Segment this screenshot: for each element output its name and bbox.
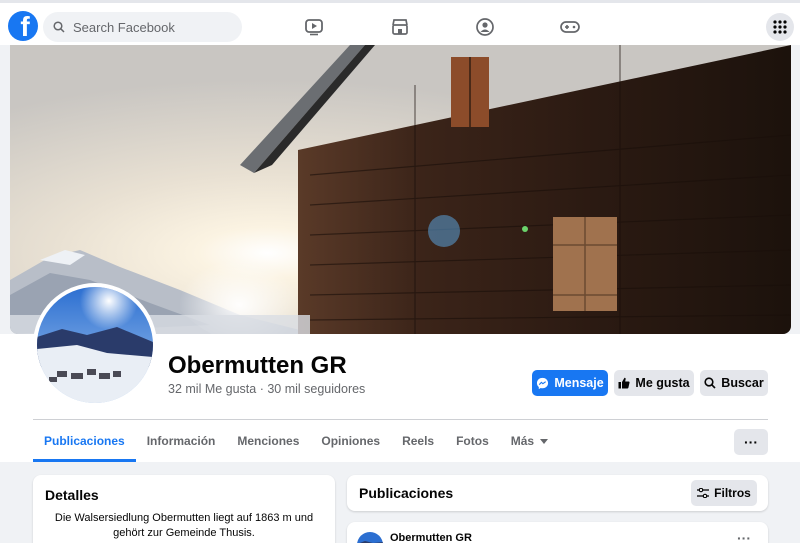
post-more-button[interactable]: ··· — [737, 530, 751, 543]
details-title: Detalles — [45, 487, 99, 503]
groups-icon[interactable] — [473, 15, 497, 39]
caret-down-icon — [540, 438, 549, 444]
publications-title: Publicaciones — [359, 485, 454, 501]
cover-photo[interactable] — [10, 45, 791, 334]
top-navigation-bar: f — [0, 0, 800, 45]
marketplace-icon[interactable] — [388, 15, 412, 39]
post-card: Obermutten GR ··· — [347, 522, 768, 543]
details-text: Die Walsersiedlung Obermutten liegt auf … — [54, 512, 314, 539]
tab-opiniones[interactable]: Opiniones — [310, 420, 391, 462]
tab-informacion[interactable]: Información — [136, 420, 227, 462]
search-input[interactable] — [73, 19, 233, 35]
tab-mas[interactable]: Más — [500, 420, 559, 462]
more-options-button[interactable]: ··· — [734, 429, 768, 455]
publications-header-card: Publicaciones Filtros — [347, 475, 768, 511]
page-stats: 32 mil Me gusta · 30 mil seguidores — [168, 382, 366, 396]
gaming-icon[interactable] — [558, 15, 582, 39]
tab-reels[interactable]: Reels — [391, 420, 445, 462]
post-author-name[interactable]: Obermutten GR — [390, 532, 472, 543]
avatar[interactable] — [33, 283, 157, 407]
thumbs-up-icon — [618, 377, 630, 389]
details-card: Detalles Die Walsersiedlung Obermutten l… — [33, 475, 335, 543]
video-icon[interactable] — [302, 15, 326, 39]
tab-fotos[interactable]: Fotos — [445, 420, 500, 462]
page-tabs: Publicaciones Información Menciones Opin… — [33, 420, 559, 462]
page-title: Obermutten GR — [168, 352, 347, 379]
page-search-button[interactable]: Buscar — [700, 370, 768, 396]
message-button[interactable]: Mensaje — [532, 370, 608, 396]
filter-sliders-icon — [697, 488, 710, 498]
search-box[interactable] — [43, 12, 242, 42]
tab-menciones[interactable]: Menciones — [226, 420, 310, 462]
search-icon — [704, 377, 716, 389]
grid-menu-icon[interactable] — [766, 13, 794, 41]
messenger-icon — [537, 377, 549, 389]
tab-publicaciones[interactable]: Publicaciones — [33, 420, 136, 462]
post-author-avatar[interactable] — [357, 532, 383, 543]
filters-button[interactable]: Filtros — [691, 480, 757, 506]
like-button[interactable]: Me gusta — [614, 370, 694, 396]
search-icon — [53, 21, 65, 33]
facebook-logo[interactable]: f — [8, 11, 38, 41]
